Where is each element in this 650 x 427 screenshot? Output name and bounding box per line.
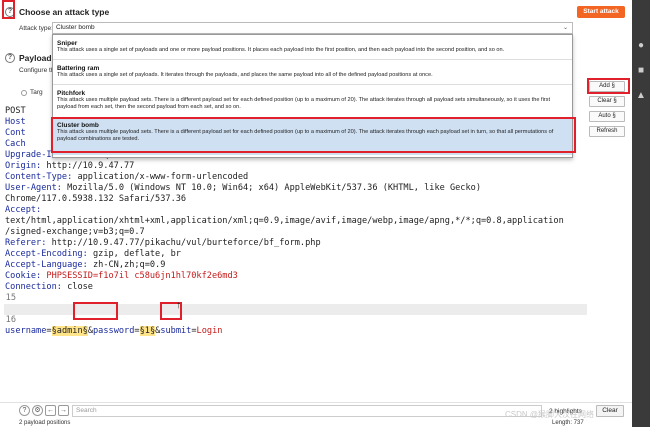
watermark: CSDN @猴脚大汉在网络: [505, 410, 595, 419]
app-icon[interactable]: ▲: [635, 90, 647, 102]
attack-type-option-cluster-bomb[interactable]: Cluster bomb This attack uses multiple p…: [53, 119, 572, 155]
section-title-attack-type: Choose an attack type: [19, 7, 110, 17]
divider: [53, 117, 572, 118]
app-icon[interactable]: ■: [635, 65, 647, 77]
gear-icon[interactable]: ⚙: [32, 405, 43, 416]
payload-positions-status: 2 payload positions: [19, 420, 71, 426]
help-icon[interactable]: ?: [5, 53, 15, 63]
request-body-line: 16 username=§admin§&password=§1§&submit=…: [4, 304, 587, 336]
attack-type-label: Attack type:: [19, 25, 53, 32]
auto-markers-button[interactable]: Auto §: [589, 111, 625, 122]
clear-search-button[interactable]: Clear: [596, 405, 624, 417]
intruder-positions-panel: ? Choose an attack type Start attack Att…: [0, 0, 632, 427]
forward-arrow-icon[interactable]: →: [58, 405, 69, 416]
attack-type-option-battering-ram[interactable]: Battering ram This attack uses a single …: [53, 65, 572, 79]
divider: [53, 84, 572, 85]
taskbar-strip: ● ■ ▲: [632, 0, 650, 427]
length-status: Length: 737: [552, 420, 584, 426]
divider: [53, 59, 572, 60]
clear-markers-button[interactable]: Clear §: [589, 96, 625, 107]
attack-type-selected: Cluster bomb: [56, 24, 95, 31]
attack-type-select[interactable]: Cluster bomb ⌄: [52, 22, 573, 34]
configure-text: Configure th: [19, 67, 55, 74]
line-number: 15: [5, 293, 16, 303]
start-attack-button[interactable]: Start attack: [577, 6, 625, 18]
refresh-button[interactable]: Refresh: [589, 126, 625, 137]
help-icon[interactable]: ?: [19, 405, 30, 416]
attack-type-option-pitchfork[interactable]: Pitchfork This attack uses multiple payl…: [53, 90, 572, 111]
payload-marker[interactable]: §admin§: [51, 326, 88, 336]
back-arrow-icon[interactable]: ←: [45, 405, 56, 416]
search-input[interactable]: Search: [72, 405, 542, 417]
target-label: Targ: [30, 89, 43, 96]
app-icon[interactable]: ●: [635, 40, 647, 52]
help-icon[interactable]: ?: [5, 7, 15, 17]
payload-marker[interactable]: §1§: [139, 326, 156, 336]
chevron-down-icon: ⌄: [562, 25, 568, 31]
attack-type-option-sniper[interactable]: Sniper This attack uses a single set of …: [53, 40, 572, 54]
mouse-cursor-icon: ↑: [176, 300, 181, 311]
attack-type-dropdown: Sniper This attack uses a single set of …: [52, 34, 573, 158]
target-radio[interactable]: [21, 90, 27, 96]
add-marker-button[interactable]: Add §: [589, 81, 625, 92]
line-number: 16: [5, 315, 16, 325]
